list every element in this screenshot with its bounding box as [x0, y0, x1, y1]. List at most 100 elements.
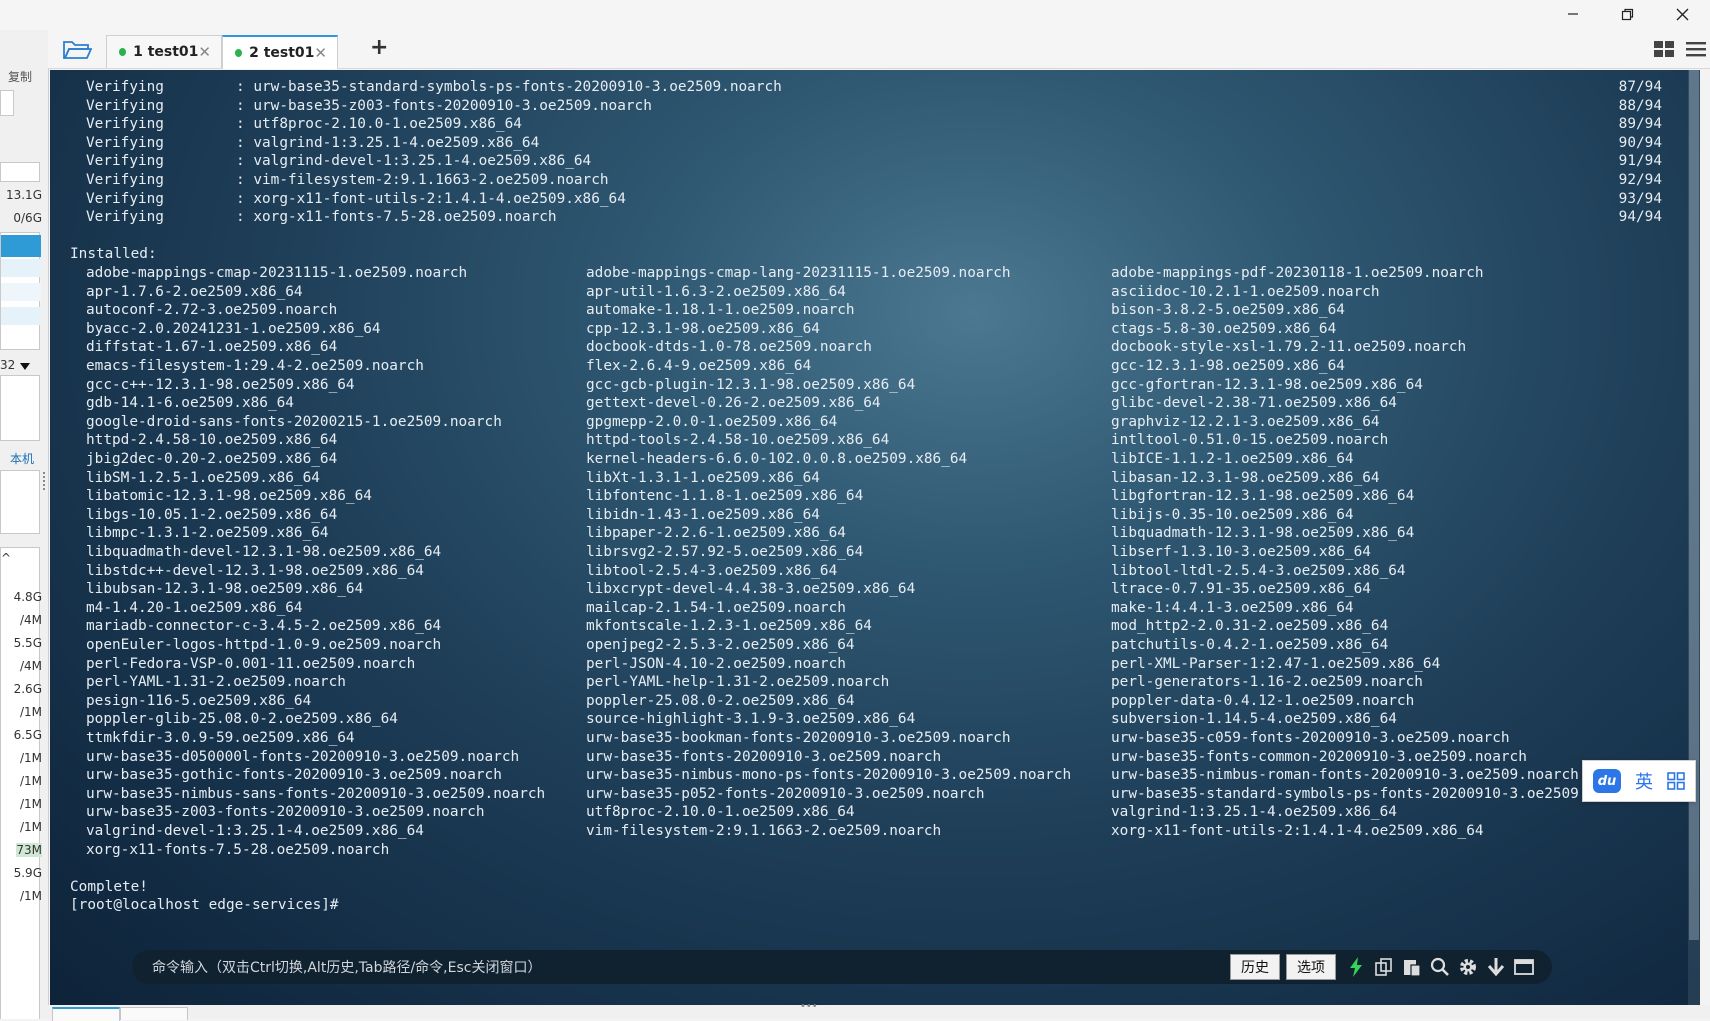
window-icon[interactable] [1513, 956, 1535, 978]
ime-toolbar[interactable]: du 英 [1582, 760, 1696, 802]
status-dot [119, 48, 127, 56]
verify-label: Verifying [86, 116, 164, 133]
complete-message: Complete! [70, 878, 148, 895]
installed-package: emacs-filesystem-1:29.4-2.oe2509.noarch [86, 358, 424, 374]
installed-package: libXt-1.3.1-1.oe2509.x86_64 [586, 469, 820, 486]
sidebar-input[interactable] [0, 90, 14, 116]
close-icon [1676, 8, 1689, 20]
paste-icon[interactable] [1401, 956, 1423, 978]
verify-progress: 94/94 [1618, 209, 1662, 226]
ime-language-toggle[interactable]: 英 [1635, 768, 1653, 794]
history-button[interactable]: 历史 [1230, 954, 1280, 980]
list-item-selected[interactable] [1, 235, 41, 257]
installed-package: perl-generators-1.16-2.oe2509.noarch [1111, 674, 1423, 691]
installed-package: libijs-0.35-10.oe2509.x86_64 [1111, 506, 1354, 523]
close-tab-icon[interactable]: ✕ [314, 44, 327, 62]
installed-package: urw-base35-nimbus-sans-fonts-20200910-3.… [86, 785, 546, 802]
grid-layout-icon[interactable] [1654, 41, 1674, 57]
installed-package: httpd-2.4.58-10.oe2509.x86_64 [86, 432, 338, 449]
installed-package: libgfortran-12.3.1-98.oe2509.x86_64 [1111, 488, 1415, 505]
installed-package: libserf-1.3.10-3.oe2509.x86_64 [1111, 544, 1371, 560]
local-label[interactable]: 本机 [10, 450, 34, 467]
file-size-value: 4.8G [13, 590, 42, 604]
close-window-button[interactable] [1655, 0, 1710, 28]
sidebar-panel [0, 375, 40, 441]
tab-bar: 1 test01 ✕ 2 test01 ✕ + [48, 30, 1710, 69]
bottom-tab[interactable] [120, 1007, 188, 1020]
hamburger-menu-icon[interactable] [1686, 41, 1706, 57]
installed-package: patchutils-0.4.2-1.oe2509.x86_64 [1111, 637, 1389, 653]
installed-package: urw-base35-fonts-20200910-3.oe2509.noarc… [586, 748, 942, 765]
resize-grip-icon[interactable]: ••• [800, 1001, 818, 1012]
installed-package: pesign-116-5.oe2509.x86_64 [86, 692, 312, 709]
tab-test01-1[interactable]: 1 test01 ✕ [106, 35, 222, 68]
search-icon[interactable] [1429, 956, 1451, 978]
installed-package: perl-XML-Parser-1:2.47-1.oe2509.x86_64 [1111, 655, 1441, 672]
installed-package: ttmkfdir-3.0.9-59.oe2509.x86_64 [86, 730, 355, 746]
disk-value: 13.1G [5, 188, 42, 202]
tab-label: test01 [263, 45, 315, 61]
command-input-bar[interactable]: 命令输入（双击Ctrl切换,Alt历史,Tab路径/命令,Esc关闭窗口） 历史… [132, 950, 1552, 984]
scrollbar-thumb[interactable] [1689, 70, 1699, 940]
installed-package: perl-YAML-1.31-2.oe2509.noarch [86, 674, 346, 691]
verify-progress: 92/94 [1618, 172, 1662, 188]
installed-package: libstdc++-devel-12.3.1-98.oe2509.x86_64 [86, 562, 424, 579]
installed-package: autoconf-2.72-3.oe2509.noarch [86, 302, 338, 319]
installed-package: utf8proc-2.10.0-1.oe2509.x86_64 [586, 804, 855, 821]
close-tab-icon[interactable]: ✕ [198, 43, 211, 61]
gear-icon[interactable] [1457, 956, 1479, 978]
installed-package: libasan-12.3.1-98.oe2509.x86_64 [1111, 469, 1380, 486]
installed-package: google-droid-sans-fonts-20200215-1.oe250… [86, 413, 502, 430]
list-item[interactable] [1, 307, 41, 325]
grid-icon[interactable] [1667, 772, 1685, 790]
verify-package: : urw-base35-standard-symbols-ps-fonts-2… [236, 79, 782, 95]
installed-package: jbig2dec-0.20-2.oe2509.x86_64 [86, 451, 338, 467]
splitter-handle[interactable] [43, 472, 47, 490]
command-input-hint[interactable]: 命令输入（双击Ctrl切换,Alt历史,Tab路径/命令,Esc关闭窗口） [152, 957, 541, 977]
download-icon[interactable] [1485, 956, 1507, 978]
tab-index: 1 [133, 44, 143, 60]
list-item[interactable] [1, 283, 41, 301]
tab-test01-2[interactable]: 2 test01 ✕ [222, 35, 338, 69]
restore-button[interactable] [1600, 0, 1655, 28]
verify-progress: 90/94 [1618, 134, 1662, 151]
lightning-icon[interactable] [1345, 956, 1367, 978]
title-bar [0, 0, 1710, 30]
ime-logo-icon[interactable]: du [1593, 769, 1621, 793]
copy-label[interactable]: 复制 [8, 68, 32, 85]
copy-icon[interactable] [1373, 956, 1395, 978]
verify-label: Verifying [86, 190, 164, 207]
installed-package: graphviz-12.2.1-3.oe2509.x86_64 [1111, 413, 1380, 430]
installed-package: kernel-headers-6.6.0-102.0.0.8.oe2509.x8… [586, 451, 968, 467]
options-button[interactable]: 选项 [1286, 954, 1336, 980]
status-dot [235, 49, 243, 57]
installed-package: apr-util-1.6.3-2.oe2509.x86_64 [586, 283, 846, 300]
file-size-value: /1M [19, 797, 42, 811]
installed-package: urw-base35-nimbus-mono-ps-fonts-20200910… [586, 767, 1072, 784]
installed-package: urw-base35-fonts-common-20200910-3.oe250… [1111, 748, 1527, 765]
shell-prompt: [root@localhost edge-services]# [70, 897, 339, 914]
installed-package: poppler-glib-25.08.0-2.oe2509.x86_64 [86, 711, 398, 728]
verify-package: : xorg-x11-font-utils-2:1.4.1-4.oe2509.x… [236, 190, 626, 207]
chevron-down-icon[interactable] [20, 363, 30, 370]
file-size-value: 5.9G [13, 866, 42, 880]
installed-package: vim-filesystem-2:9.1.1663-2.oe2509.noarc… [586, 823, 942, 839]
terminal-scrollbar[interactable] [1688, 70, 1700, 1005]
folder-open-icon[interactable] [62, 38, 92, 60]
installed-package: byacc-2.0.20241231-1.oe2509.x86_64 [86, 320, 381, 337]
minimize-button[interactable] [1545, 0, 1600, 28]
installed-package: libfontenc-1.1.8-1.oe2509.x86_64 [586, 488, 864, 505]
verify-progress: 87/94 [1618, 79, 1662, 95]
sidebar-list[interactable] [0, 232, 41, 350]
installed-header: Installed: [70, 246, 157, 263]
installed-package: gcc-c++-12.3.1-98.oe2509.x86_64 [86, 376, 355, 393]
tab-label: test01 [147, 44, 199, 60]
installed-package: mod_http2-2.0.31-2.oe2509.x86_64 [1111, 618, 1389, 635]
plus-icon[interactable]: + [370, 35, 388, 60]
list-item[interactable] [1, 259, 41, 277]
terminal-view[interactable]: Verifying : urw-base35-standard-symbols-p… [50, 70, 1700, 1005]
installed-package: perl-JSON-4.10-2.oe2509.noarch [586, 655, 846, 672]
installed-package: gcc-12.3.1-98.oe2509.x86_64 [1111, 358, 1345, 374]
installed-package: perl-Fedora-VSP-0.001-11.oe2509.noarch [86, 655, 416, 672]
dropdown-value[interactable]: 32 [0, 358, 15, 372]
